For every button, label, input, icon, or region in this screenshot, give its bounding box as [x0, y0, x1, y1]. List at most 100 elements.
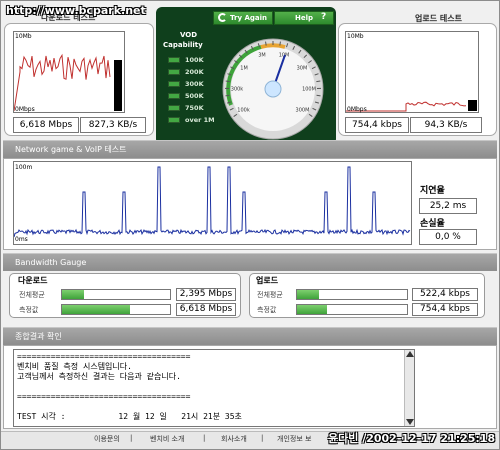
download-avg-fill	[62, 290, 84, 299]
upload-avg-fill	[297, 290, 319, 299]
vod-level-label: 100K	[185, 56, 204, 64]
latency-label: 지연율	[420, 186, 445, 196]
upload-axis-bottom: 0Mbps	[347, 106, 367, 113]
download-avg-value: 2,395 Mbps	[176, 288, 236, 301]
download-avg-bar	[61, 289, 171, 300]
vod-subtitle: Capability	[163, 41, 203, 49]
footer-separator: |	[203, 434, 206, 442]
try-again-label: Try Again	[230, 14, 267, 22]
upload-graph-svg	[346, 100, 477, 112]
upload-graph	[345, 31, 479, 113]
try-again-button[interactable]: Try Again	[213, 11, 273, 25]
speedometer-tick	[265, 41, 267, 46]
speedometer-tick	[225, 80, 230, 83]
upload-measured-label: 측정값	[257, 306, 277, 314]
footer-link-privacy[interactable]: 개인정보 보	[277, 434, 311, 444]
vod-title: VOD	[180, 31, 198, 39]
vod-level-label: 300K	[185, 80, 204, 88]
network-graph-svg	[13, 166, 411, 238]
vod-level-500k: 500K	[168, 91, 223, 101]
network-latency-graph	[13, 161, 412, 245]
footer-stamp: 윤다빈 /2002-12-17 21:25:18	[328, 432, 496, 445]
download-gauge-panel: 다운로드 전체평균 측정값 2,395 Mbps 6,618 Mbps	[9, 273, 241, 318]
vod-level-over-1m: over 1M	[168, 115, 223, 125]
download-measured-label: 측정값	[19, 306, 39, 314]
speed-test-app: 다운로드 테스트 10Mb 0Mbps 6,618 Mbps 827,3 KB/…	[0, 0, 500, 450]
speedometer-tick	[279, 41, 281, 46]
refresh-icon	[218, 13, 227, 22]
speedometer-tick-label: 3M	[258, 53, 266, 59]
vod-led	[168, 93, 180, 99]
download-gauge-title: 다운로드	[18, 276, 48, 285]
vod-level-label: 750K	[185, 104, 204, 112]
speedometer-tick-label: 100M	[302, 87, 316, 93]
speedometer-tick	[225, 94, 230, 97]
speedometer-tick-label: 300k	[231, 87, 244, 93]
speedometer-tick-label: 100k	[237, 108, 250, 114]
upload-avg-bar	[296, 289, 408, 300]
vod-led	[168, 57, 180, 63]
vod-level-200k: 200K	[168, 67, 223, 77]
network-section-header: Network game & VoIP 테스트	[3, 140, 497, 158]
download-axis-bottom: 0Mbps	[15, 106, 35, 113]
upload-title: 업로드 테스트	[415, 14, 462, 23]
scroll-up-arrow-icon[interactable]	[406, 351, 414, 357]
vod-level-750k: 750K	[168, 103, 223, 113]
speedometer-tick-label: 300M	[296, 108, 310, 114]
bandwidth-section-header: Bandwidth Gauge	[3, 253, 497, 271]
upload-kbs-readout: 94,3 KB/s	[410, 117, 482, 133]
vod-level-label: 200K	[185, 68, 204, 76]
speedometer-hub	[264, 80, 282, 98]
footer-link-contact[interactable]: 이용문의	[94, 434, 120, 444]
upload-gauge-title: 업로드	[256, 276, 279, 285]
summary-section-header: 종합결과 확인	[3, 327, 497, 345]
download-mbps-readout: 6,618 Mbps	[13, 117, 79, 133]
network-axis-top: 100m	[15, 164, 33, 171]
download-measured-fill	[62, 305, 131, 314]
download-kbs-readout: 827,3 KB/s	[80, 117, 146, 133]
download-graph	[13, 31, 125, 113]
footer-link-about-benchbee[interactable]: 벤치비 소개	[150, 434, 184, 444]
upload-measured-bar	[296, 304, 408, 315]
footer-separator: |	[130, 434, 133, 442]
vod-level-label: over 1M	[185, 116, 215, 124]
speedometer: 100k300k1M3M10M30M100M300M	[222, 38, 324, 140]
summary-scrollbar[interactable]	[404, 350, 414, 426]
speedometer-tick-label: 1M	[240, 66, 248, 72]
vod-led	[168, 69, 180, 75]
scroll-down-arrow-icon[interactable]	[406, 419, 414, 425]
vod-level-300k: 300K	[168, 79, 223, 89]
upload-gauge-panel: 업로드 전체평균 측정값 522,4 kbps 754,4 kbps	[249, 273, 485, 318]
upload-avg-value: 522,4 kbps	[412, 288, 478, 301]
upload-measured-value: 754,4 kbps	[412, 303, 478, 316]
upload-mbps-readout: 754,4 kbps	[345, 117, 409, 133]
help-icon: ?	[321, 12, 327, 22]
download-graph-svg	[13, 53, 122, 112]
download-level-bar	[114, 60, 122, 111]
loss-label: 손실율	[420, 219, 445, 229]
speedometer-tick	[316, 94, 321, 97]
speedometer-tick-label: 30M	[297, 66, 308, 72]
upload-avg-label: 전체평균	[257, 291, 283, 299]
summary-textarea[interactable]: ==================================== 벤치비…	[13, 349, 415, 427]
vod-led	[168, 105, 180, 111]
vod-led	[168, 117, 180, 123]
latency-line	[13, 166, 411, 238]
vod-led	[168, 81, 180, 87]
loss-value: 0,0 %	[419, 229, 477, 245]
help-label: Help	[295, 14, 314, 22]
summary-text: ==================================== 벤치비…	[17, 352, 242, 421]
footer-link-company[interactable]: 회사소개	[221, 434, 247, 444]
watermark: http://www.bcpark.net	[6, 4, 146, 17]
download-measured-bar	[61, 304, 171, 315]
vod-level-100k: 100K	[168, 55, 223, 65]
network-axis-bottom: 0ms	[15, 236, 28, 243]
upload-axis-top: 10Mb	[347, 33, 364, 40]
download-avg-label: 전체평균	[19, 291, 45, 299]
help-button[interactable]: Help ?	[274, 11, 334, 25]
download-axis-top: 10Mb	[15, 33, 32, 40]
latency-value: 25,2 ms	[419, 198, 477, 214]
footer-separator: |	[261, 434, 264, 442]
download-measured-value: 6,618 Mbps	[176, 303, 236, 316]
speedometer-tick	[316, 80, 321, 83]
